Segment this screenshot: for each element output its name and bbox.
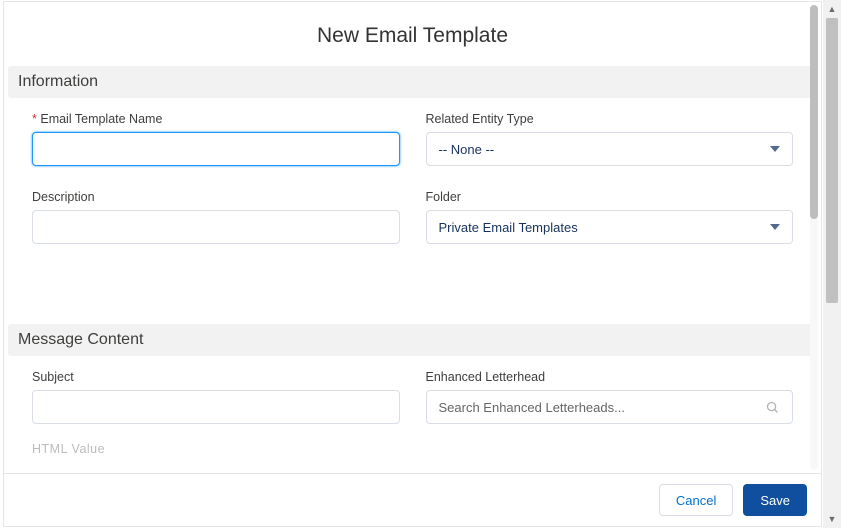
html-value-label-partial: HTML Value	[8, 442, 817, 456]
search-icon	[765, 400, 780, 415]
modal-footer: Cancel Save	[4, 473, 821, 526]
related-entity-picklist[interactable]: -- None --	[426, 132, 794, 166]
letterhead-label: Enhanced Letterhead	[426, 370, 794, 384]
outer-scrollbar-track[interactable]	[823, 18, 841, 510]
modal-title: New Email Template	[4, 2, 821, 66]
subject-input[interactable]	[32, 390, 400, 424]
scroll-up-icon[interactable]: ▲	[823, 0, 841, 18]
description-input[interactable]	[32, 210, 400, 244]
outer-scrollbar-thumb[interactable]	[826, 18, 838, 303]
letterhead-lookup[interactable]: Search Enhanced Letterheads...	[426, 390, 794, 424]
inner-scrollbar[interactable]	[810, 5, 818, 470]
related-entity-label: Related Entity Type	[426, 112, 794, 126]
description-label: Description	[32, 190, 400, 204]
letterhead-placeholder: Search Enhanced Letterheads...	[439, 400, 625, 415]
cancel-button[interactable]: Cancel	[659, 484, 733, 516]
required-star-icon: *	[32, 112, 37, 126]
outer-scrollbar[interactable]: ▲ ▼	[823, 0, 841, 528]
folder-label: Folder	[426, 190, 794, 204]
template-name-input[interactable]	[32, 132, 400, 166]
section-heading-information: Information	[8, 66, 817, 98]
subject-label: Subject	[32, 370, 400, 384]
folder-picklist[interactable]: Private Email Templates	[426, 210, 794, 244]
chevron-down-icon	[770, 224, 780, 230]
template-name-label: * Email Template Name	[32, 112, 400, 126]
chevron-down-icon	[770, 146, 780, 152]
inner-scrollbar-thumb[interactable]	[810, 5, 818, 219]
folder-value: Private Email Templates	[439, 220, 578, 235]
save-button[interactable]: Save	[743, 484, 807, 516]
section-heading-message: Message Content	[8, 324, 817, 356]
scroll-down-icon[interactable]: ▼	[823, 510, 841, 528]
related-entity-value: -- None --	[439, 142, 495, 157]
modal-scroll-area: New Email Template Information * Email T…	[4, 2, 821, 473]
new-email-template-modal: New Email Template Information * Email T…	[3, 1, 822, 527]
